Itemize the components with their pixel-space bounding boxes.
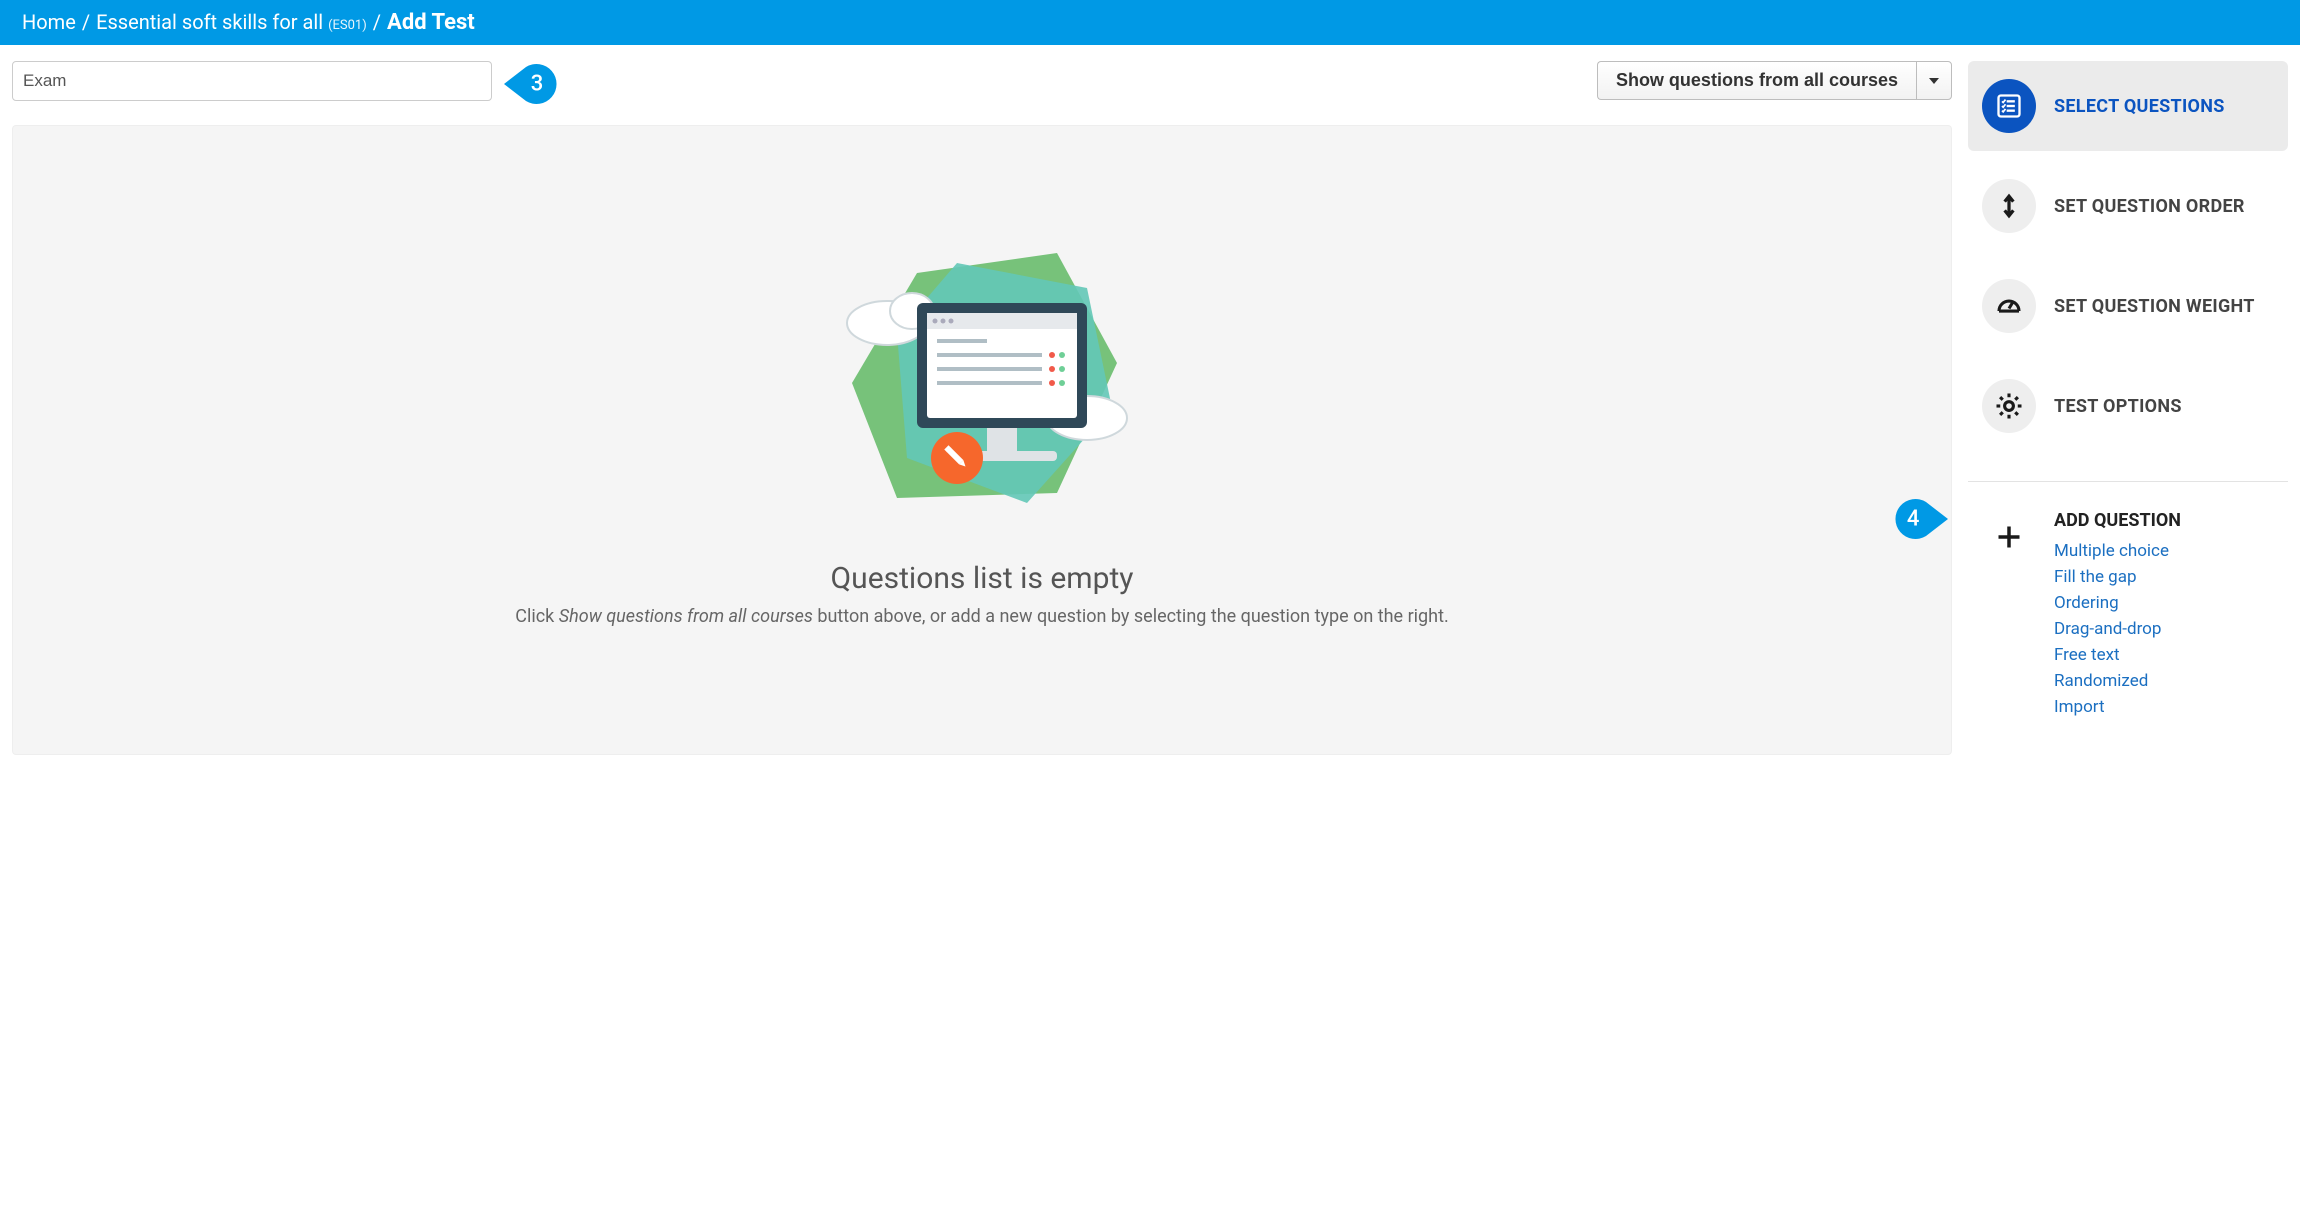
gauge-icon — [1982, 279, 2036, 333]
add-question-block: 4 ADD QUESTION Multiple choice Fill the … — [1968, 502, 2288, 725]
sidebar-divider — [1968, 481, 2288, 482]
empty-state-illustration — [827, 233, 1137, 533]
breadcrumb-course[interactable]: Essential soft skills for all — [96, 10, 323, 34]
breadcrumb-course-code: (ES01) — [328, 18, 367, 33]
add-question-fill-the-gap[interactable]: Fill the gap — [2054, 567, 2181, 587]
sidebar-item-select-questions[interactable]: SELECT QUESTIONS — [1968, 61, 2288, 151]
add-question-drag-and-drop[interactable]: Drag-and-drop — [2054, 619, 2181, 639]
arrows-vertical-icon — [1982, 179, 2036, 233]
breadcrumb-home[interactable]: Home — [22, 10, 76, 34]
right-sidebar: SELECT QUESTIONS SET QUESTION ORDER — [1968, 61, 2288, 725]
annotation-number-4: 4 — [1907, 507, 1920, 532]
list-check-icon — [1982, 79, 2036, 133]
breadcrumb: Home / Essential soft skills for all (ES… — [0, 0, 2300, 45]
add-question-import[interactable]: Import — [2054, 697, 2181, 717]
gear-icon — [1982, 379, 2036, 433]
test-name-input[interactable] — [12, 61, 492, 101]
breadcrumb-sep: / — [373, 10, 381, 34]
sidebar-item-label: SET QUESTION WEIGHT — [2054, 296, 2255, 317]
sidebar-item-label: SET QUESTION ORDER — [2054, 196, 2245, 217]
sidebar-item-set-question-weight[interactable]: SET QUESTION WEIGHT — [1968, 261, 2288, 351]
add-question-randomized[interactable]: Randomized — [2054, 671, 2181, 691]
annotation-callout-4: 4 — [1888, 496, 1948, 542]
annotation-number-3: 3 — [531, 72, 544, 97]
plus-icon — [1982, 510, 2036, 564]
breadcrumb-current: Add Test — [387, 10, 475, 35]
show-all-courses-button[interactable]: Show questions from all courses — [1597, 61, 1916, 100]
sidebar-item-label: SELECT QUESTIONS — [2054, 96, 2225, 117]
sidebar-item-test-options[interactable]: TEST OPTIONS — [1968, 361, 2288, 451]
course-filter-caret-button[interactable] — [1916, 61, 1952, 100]
add-question-multiple-choice[interactable]: Multiple choice — [2054, 541, 2181, 561]
chevron-down-icon — [1929, 78, 1939, 84]
add-question-ordering[interactable]: Ordering — [2054, 593, 2181, 613]
annotation-callout-3: 3 — [504, 61, 564, 107]
add-question-title: ADD QUESTION — [2054, 510, 2181, 531]
sidebar-item-set-question-order[interactable]: SET QUESTION ORDER — [1968, 161, 2288, 251]
course-filter-dropdown[interactable]: Show questions from all courses — [1597, 61, 1952, 100]
questions-empty-panel: Questions list is empty Click Show quest… — [12, 125, 1952, 755]
add-question-free-text[interactable]: Free text — [2054, 645, 2181, 665]
empty-state-description: Click Show questions from all courses bu… — [515, 606, 1448, 627]
breadcrumb-sep: / — [82, 10, 90, 34]
sidebar-item-label: TEST OPTIONS — [2054, 396, 2182, 417]
empty-state-title: Questions list is empty — [831, 561, 1134, 596]
